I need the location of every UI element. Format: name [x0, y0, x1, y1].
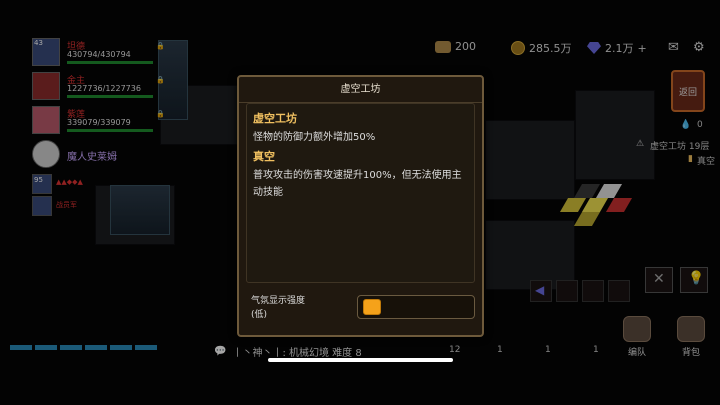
home-indicator[interactable]	[268, 358, 453, 362]
section-title: 真空	[253, 150, 275, 163]
dungeon-info-modal: 虚空工坊 虚空工坊 怪物的防御力额外增加50% 真空 普攻攻击的伤害攻速提升10…	[237, 75, 484, 337]
strength-value: (低)	[251, 310, 268, 320]
strength-label: 气氛显示强度	[251, 296, 306, 306]
strength-slider[interactable]	[357, 295, 475, 319]
strength-label-group: 气氛显示强度 (低)	[251, 294, 305, 322]
modal-title: 虚空工坊	[239, 77, 482, 103]
modal-content: 虚空工坊 怪物的防御力额外增加50% 真空 普攻攻击的伤害攻速提升100%，但无…	[246, 103, 475, 283]
section-title: 虚空工坊	[253, 112, 297, 125]
section-desc: 怪物的防御力额外增加50%	[253, 132, 376, 143]
section-desc: 普攻攻击的伤害攻速提升100%，但无法使用主动技能	[253, 170, 462, 198]
slider-knob[interactable]	[363, 299, 381, 315]
